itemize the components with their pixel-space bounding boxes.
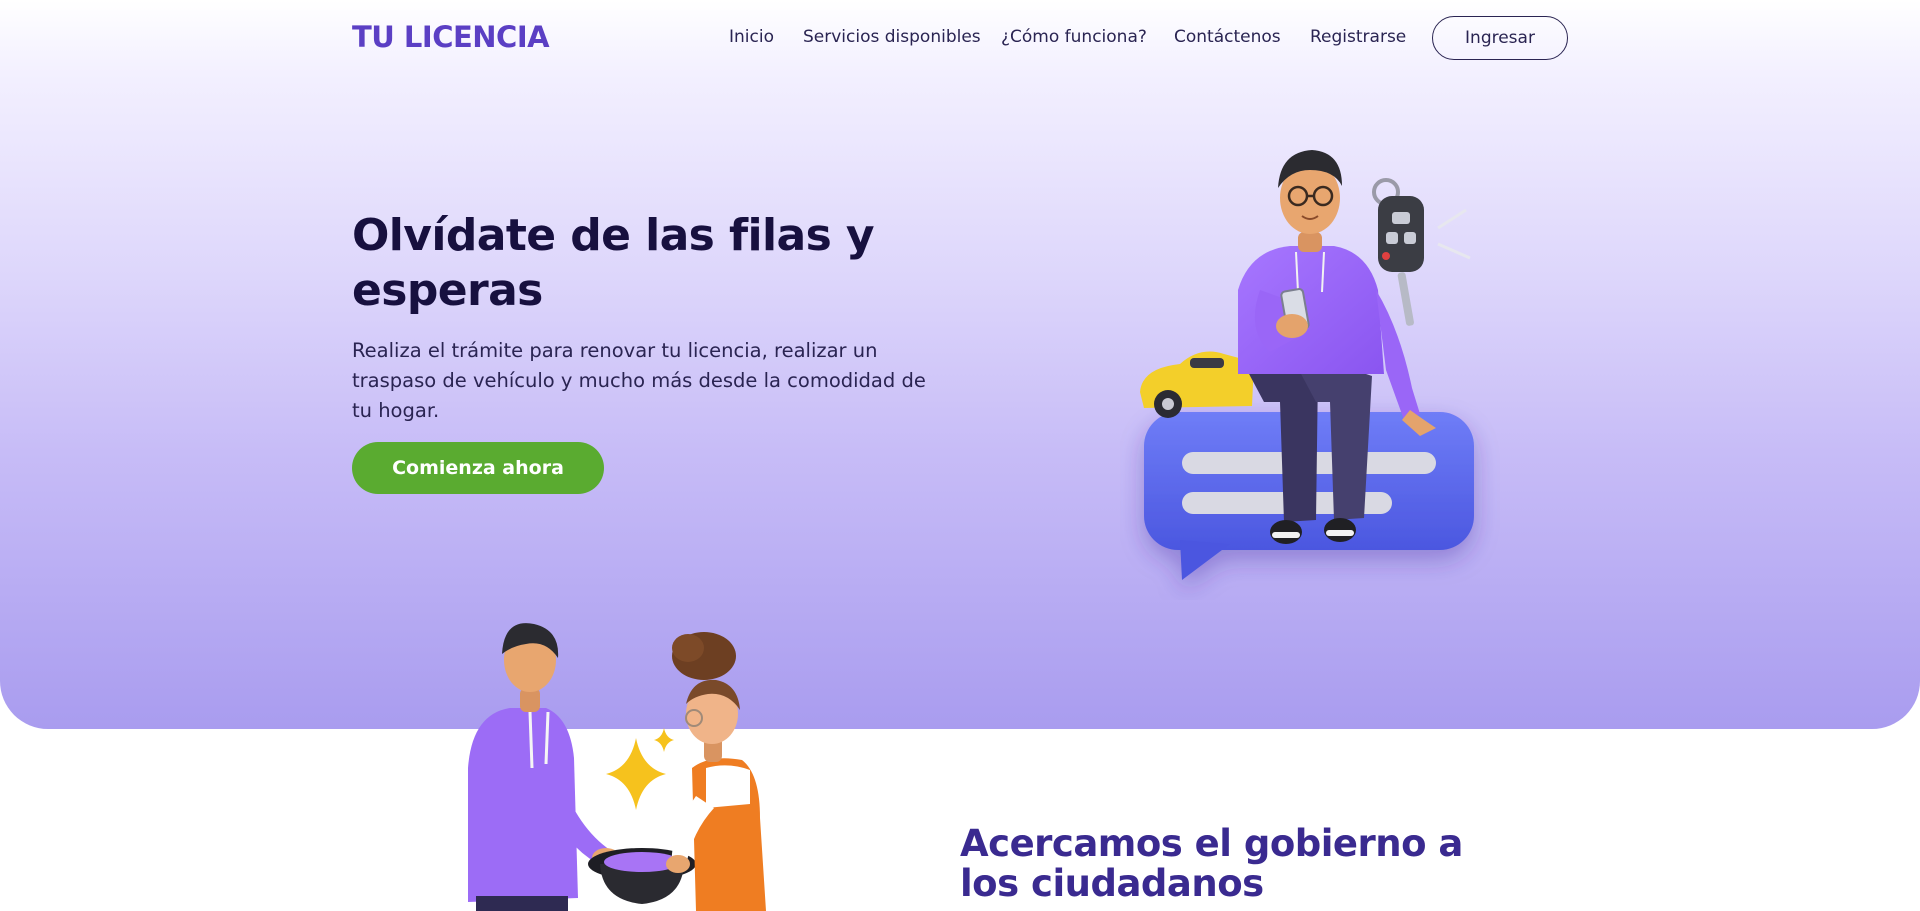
brand-logo[interactable]: TU LICENCIA [352,20,550,54]
nav-link-como-funciona[interactable]: ¿Cómo funciona? [1001,27,1147,47]
login-button[interactable]: Ingresar [1432,16,1568,60]
person-head [1278,150,1342,252]
hero-title: Olvídate de las filas y esperas [352,210,875,316]
nav-link-inicio[interactable]: Inicio [729,27,774,47]
hero-description: Realiza el trámite para renovar tu licen… [352,339,926,422]
car-key-icon [1372,178,1471,326]
hero-section: TU LICENCIA Inicio Servicios disponibles… [0,0,1920,729]
start-now-button[interactable]: Comienza ahora [352,442,604,494]
person-on-chat-bubble-illustration [1140,150,1474,580]
woman-figure [666,632,766,911]
sparkle-icon [606,728,674,810]
nav-link-contactenos[interactable]: Contáctenos [1174,27,1281,47]
nav-link-registrarse[interactable]: Registrarse [1310,27,1406,47]
nav-link-servicios[interactable]: Servicios disponibles [803,27,981,47]
toy-car-icon [1140,351,1254,418]
top-navbar: TU LICENCIA Inicio Servicios disponibles… [0,0,1920,76]
section-title: Acercamos el gobierno a los ciudadanos [960,822,1463,905]
two-people-magic-hat-illustration [468,623,766,911]
